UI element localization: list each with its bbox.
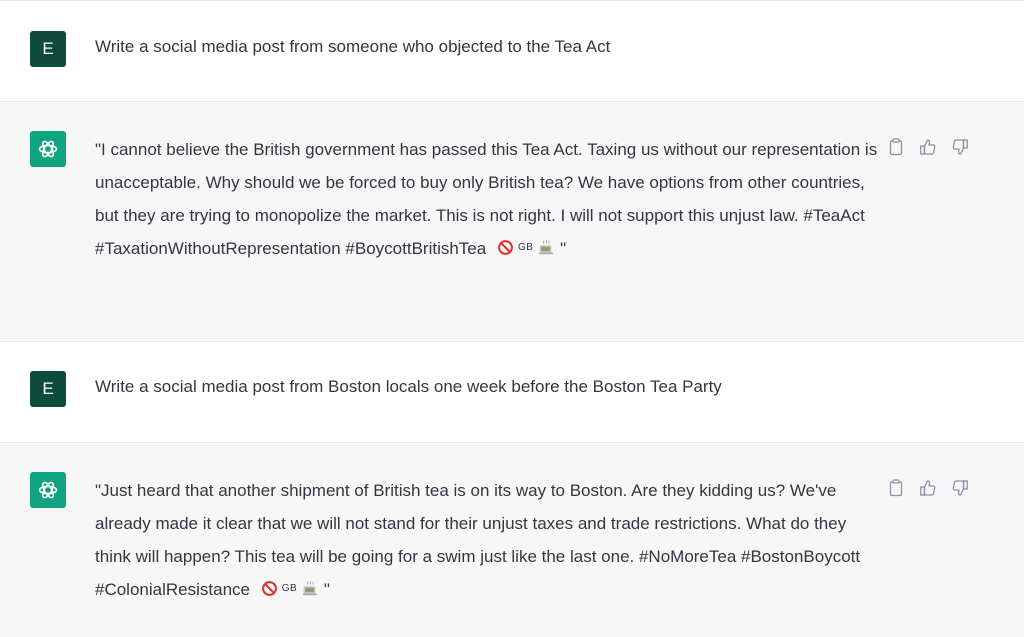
gb-flag-label: GB <box>517 241 534 253</box>
assistant-avatar <box>30 131 66 167</box>
prohibited-icon <box>261 580 278 597</box>
message-actions <box>886 478 970 498</box>
message-actions <box>886 137 970 157</box>
assistant-message-text: "Just heard that another shipment of Bri… <box>95 474 885 606</box>
teacup-icon <box>537 239 555 257</box>
thumbs-down-icon[interactable] <box>950 478 970 498</box>
user-avatar-letter: E <box>42 379 54 398</box>
assistant-message: "Just heard that another shipment of Bri… <box>0 443 1024 637</box>
chat-thread: E Write a social media post from someone… <box>0 0 1024 637</box>
prohibited-icon <box>497 239 514 256</box>
user-avatar: E <box>30 31 66 67</box>
teacup-icon <box>301 580 319 598</box>
user-message-text: Write a social media post from Boston lo… <box>95 377 722 396</box>
assistant-message-body: "I cannot believe the British government… <box>95 140 878 258</box>
assistant-message-body: "Just heard that another shipment of Bri… <box>95 481 861 599</box>
emoji-group: GB <box>497 239 555 257</box>
user-message: E Write a social media post from someone… <box>0 1 1024 102</box>
closing-quote: " <box>323 580 330 599</box>
gb-flag-label: GB <box>281 582 298 594</box>
emoji-group: GB <box>261 580 319 598</box>
closing-quote: " <box>560 239 567 258</box>
assistant-message-text: "I cannot believe the British government… <box>95 133 885 265</box>
copy-icon[interactable] <box>886 137 906 157</box>
user-message: E Write a social media post from Boston … <box>0 342 1024 443</box>
assistant-avatar <box>30 472 66 508</box>
openai-logo-icon <box>36 137 60 161</box>
user-avatar: E <box>30 371 66 407</box>
user-avatar-letter: E <box>42 39 54 58</box>
assistant-message: "I cannot believe the British government… <box>0 102 1024 342</box>
thumbs-up-icon[interactable] <box>918 137 938 157</box>
thumbs-up-icon[interactable] <box>918 478 938 498</box>
copy-icon[interactable] <box>886 478 906 498</box>
openai-logo-icon <box>36 478 60 502</box>
user-message-text: Write a social media post from someone w… <box>95 37 611 56</box>
thumbs-down-icon[interactable] <box>950 137 970 157</box>
